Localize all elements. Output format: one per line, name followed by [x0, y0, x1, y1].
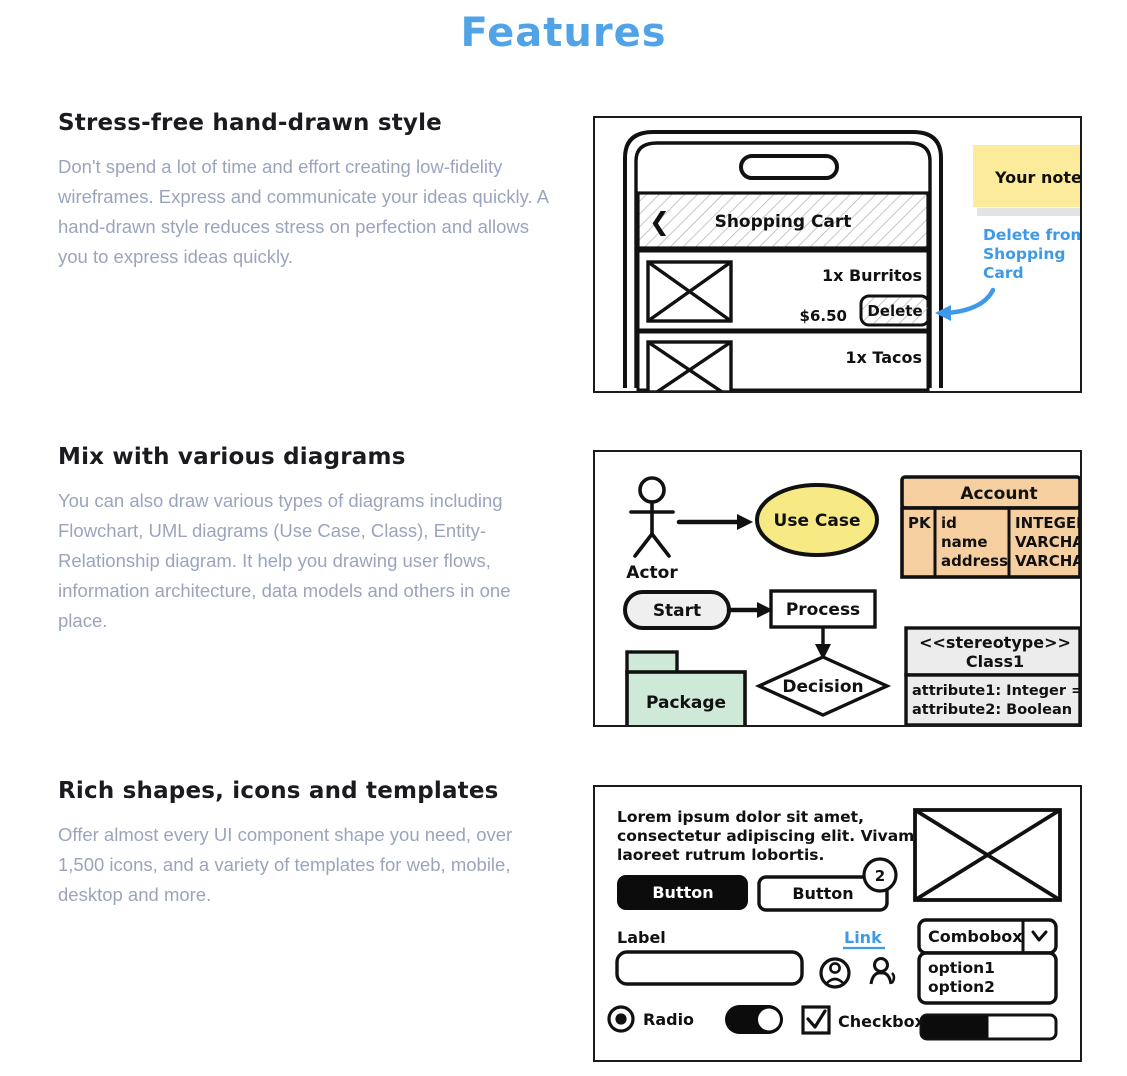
user-icon [869, 957, 896, 985]
svg-text:Combobox: Combobox [928, 927, 1023, 946]
svg-text:attribute2: Boolean = (: attribute2: Boolean = ( [912, 702, 1080, 718]
lorem-line-2: consectetur adipiscing elit. Vivamus [617, 827, 935, 845]
svg-text:Process: Process [786, 600, 860, 620]
illustration-ui-components: Lorem ipsum dolor sit amet, consectetur … [593, 785, 1082, 1062]
user-circle-icon [819, 957, 851, 989]
feature-body-3: Offer almost every UI component shape yo… [58, 824, 513, 905]
svg-text:Account: Account [960, 484, 1037, 504]
feature-heading-3: Rich shapes, icons and templates [58, 778, 499, 804]
progress-fill [922, 1016, 989, 1038]
svg-text:INTEGER: INTEGER [1015, 514, 1080, 532]
svg-text:address: address [941, 552, 1008, 570]
actor-shape: Actor [626, 476, 678, 583]
package-shape: Package [625, 650, 747, 725]
svg-text:name: name [941, 533, 988, 551]
feature-block-2: Mix with various diagrams You can also d… [58, 444, 563, 636]
svg-text:PK: PK [908, 514, 932, 532]
lorem-line-3: laoreet rutrum lobortis. [617, 846, 824, 864]
option-1: option1 [928, 959, 995, 977]
annotation-line-2: Shopping [983, 245, 1065, 263]
illustration-diagrams: Actor Use Case Start Process Decision Pa… [593, 450, 1082, 727]
page-title: Features [460, 10, 667, 56]
svg-text:Class1: Class1 [966, 652, 1024, 671]
cart-item-1-price: $6.50 [800, 307, 847, 325]
phone-back-chevron: ❮ [649, 207, 670, 236]
svg-text:2: 2 [875, 867, 885, 885]
progress-bar [919, 1013, 1058, 1041]
annotation-line-1: Delete from [983, 226, 1080, 244]
sticky-note-text: Your note [994, 168, 1080, 187]
toggle-switch [725, 1005, 783, 1034]
svg-text:Start: Start [653, 601, 701, 621]
svg-text:Package: Package [646, 693, 726, 713]
checkbox-label: Checkbox [838, 1012, 926, 1031]
feature-heading-2: Mix with various diagrams [58, 444, 406, 470]
text-input [615, 950, 804, 986]
svg-text:VARCHAR: VARCHAR [1015, 552, 1080, 570]
field-label: Label [617, 928, 666, 947]
uml-class-shape: <<stereotype>> Class1 attribute1: Intege… [904, 626, 1080, 725]
combobox: Combobox [917, 918, 1058, 955]
illustration-phone-wireframe: ❮ Shopping Cart 1x Burritos $6.50 Delete… [593, 116, 1082, 393]
svg-text:Button: Button [792, 884, 853, 903]
image-placeholder-icon [913, 808, 1062, 902]
combobox-options: option1 option2 [917, 951, 1058, 1005]
svg-text:id: id [941, 514, 957, 532]
feature-block-3: Rich shapes, icons and templates Offer a… [58, 778, 563, 910]
feature-body-2: You can also draw various types of diagr… [58, 490, 511, 631]
svg-text:<<stereotype>>: <<stereotype>> [919, 633, 1071, 652]
cart-item-2-name: 1x Tacos [845, 348, 922, 367]
cart-item-1-delete-button: Delete [867, 302, 922, 320]
lorem-line-1: Lorem ipsum dolor sit amet, [617, 808, 864, 826]
svg-text:Actor: Actor [626, 563, 678, 583]
feature-heading-1: Stress-free hand-drawn style [58, 110, 442, 136]
link: Link [844, 928, 882, 947]
features-page: Features Stress-free hand-drawn style Do… [0, 0, 1127, 1076]
annotation-line-3: Card [983, 264, 1024, 282]
phone-screen-title: Shopping Cart [715, 212, 852, 232]
radio-label: Radio [643, 1010, 694, 1029]
svg-text:Button: Button [652, 883, 713, 902]
cart-item-1-name: 1x Burritos [822, 266, 922, 285]
svg-text:Use Case: Use Case [774, 511, 861, 531]
option-2: option2 [928, 978, 995, 996]
feature-block-1: Stress-free hand-drawn style Don't spend… [58, 110, 563, 272]
svg-text:attribute1: Integer = 10: attribute1: Integer = 10 [912, 683, 1080, 699]
feature-body-1: Don't spend a lot of time and effort cre… [58, 156, 549, 267]
svg-text:VARCHAR: VARCHAR [1015, 533, 1080, 551]
er-table-account: Account PK id name address INTEGER VARCH… [900, 475, 1080, 579]
svg-text:Decision: Decision [782, 677, 863, 697]
